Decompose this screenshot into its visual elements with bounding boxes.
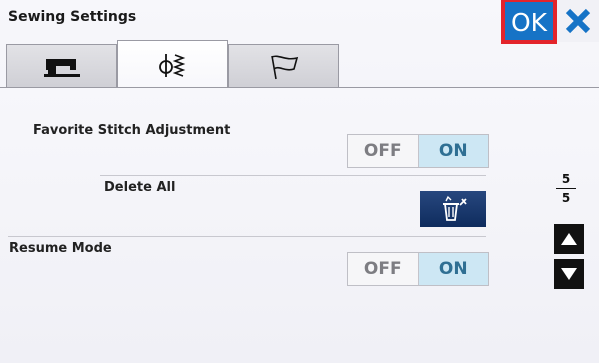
page-up-button[interactable] (554, 224, 584, 254)
delete-all-icon (443, 195, 467, 221)
triangle-down-icon (561, 268, 577, 280)
divider (100, 175, 486, 176)
resume-mode-label: Resume Mode (9, 241, 112, 256)
delete-all-label: Delete All (104, 180, 176, 195)
title-bar: Sewing Settings OK (0, 0, 599, 44)
delete-all-button[interactable] (420, 191, 486, 227)
triangle-up-icon (561, 233, 577, 245)
divider (8, 236, 486, 237)
resume-mode-on-button[interactable]: ON (418, 253, 488, 285)
sewing-settings-screen: Sewing Settings OK Favorite Stitch Adjus… (0, 0, 599, 363)
current-page: 5 (561, 172, 571, 186)
stitch-settings-icon (158, 54, 185, 77)
resume-mode-toggle: OFF ON (347, 252, 489, 286)
favorite-stitch-adjustment-toggle: OFF ON (347, 134, 489, 168)
fraction-bar (556, 188, 576, 189)
page-down-button[interactable] (554, 259, 584, 289)
close-icon (565, 8, 591, 34)
flag-icon (270, 55, 298, 79)
favorite-stitch-adjustment-off-button[interactable]: OFF (348, 135, 419, 167)
ok-button[interactable]: OK (501, 0, 557, 44)
settings-tabs (0, 38, 599, 89)
page-indicator: 5 5 (554, 172, 578, 205)
total-pages: 5 (561, 191, 571, 205)
favorite-stitch-adjustment-on-button[interactable]: ON (418, 135, 488, 167)
tab-sewing-machine[interactable] (6, 44, 117, 88)
tab-stitch-settings[interactable] (117, 40, 228, 89)
close-button[interactable] (557, 0, 599, 42)
sewing-machine-icon (43, 58, 80, 77)
page-title: Sewing Settings (8, 9, 137, 25)
favorite-stitch-adjustment-label: Favorite Stitch Adjustment (33, 123, 231, 138)
resume-mode-off-button[interactable]: OFF (348, 253, 419, 285)
tab-flag[interactable] (228, 44, 339, 88)
